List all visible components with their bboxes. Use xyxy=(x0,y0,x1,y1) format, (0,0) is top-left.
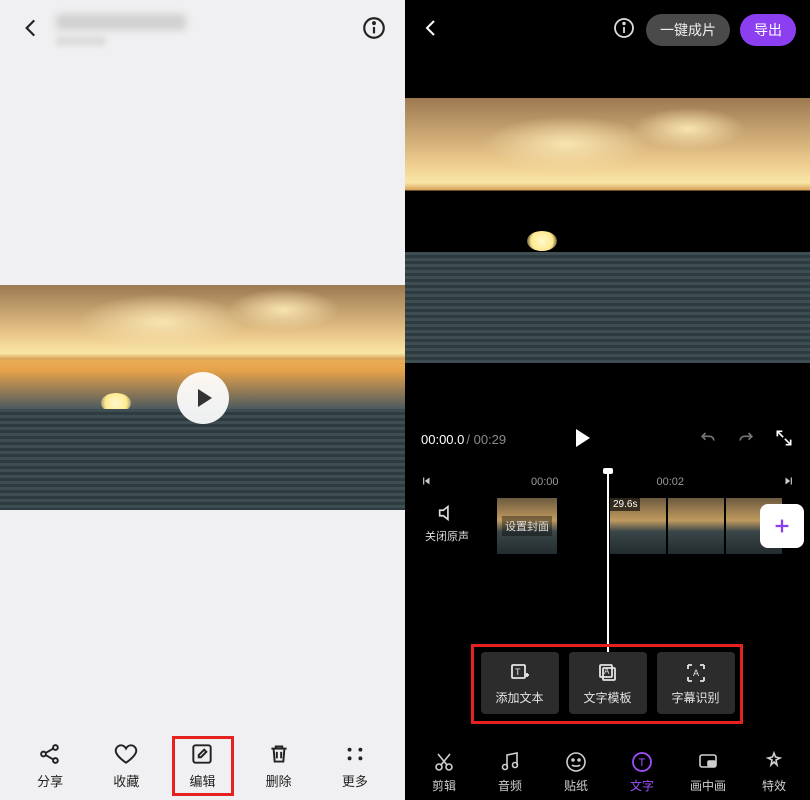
video-editor-screen: 一键成片 导出 00:00.0 / 00:29 00:00 00:02 关闭原声… xyxy=(405,0,810,800)
svg-text:A: A xyxy=(693,668,699,678)
back-button[interactable] xyxy=(18,15,44,46)
more-label: 更多 xyxy=(342,771,368,790)
right-header: 一键成片 导出 xyxy=(405,0,810,52)
more-button[interactable]: 更多 xyxy=(342,741,368,790)
tab-cut[interactable]: 剪辑 xyxy=(411,750,477,794)
skip-start-icon[interactable] xyxy=(419,474,433,491)
tab-cut-label: 剪辑 xyxy=(432,777,456,794)
tab-text[interactable]: T 文字 xyxy=(609,750,675,794)
add-text-button[interactable]: T 添加文本 xyxy=(481,652,559,714)
edit-label: 编辑 xyxy=(189,771,215,790)
share-button[interactable]: 分享 xyxy=(37,741,63,790)
editor-preview[interactable] xyxy=(405,98,810,363)
tab-sticker-label: 贴纸 xyxy=(564,777,588,794)
tab-audio-label: 音频 xyxy=(498,777,522,794)
tab-text-label: 文字 xyxy=(630,777,654,794)
clip-duration-badge: 29.6s xyxy=(610,498,640,511)
add-text-label: 添加文本 xyxy=(495,689,543,706)
set-cover-button[interactable]: 设置封面 xyxy=(497,498,557,554)
undo-icon[interactable] xyxy=(698,428,718,451)
subtitle-recog-label: 字幕识别 xyxy=(671,689,719,706)
time-duration: / 00:29 xyxy=(466,432,506,447)
clip-strip[interactable]: 29.6s xyxy=(610,498,782,554)
svg-text:T: T xyxy=(639,757,646,769)
favorite-label: 收藏 xyxy=(113,771,139,790)
svg-text:T: T xyxy=(515,667,521,677)
gallery-detail-screen: 分享 收藏 编辑 删除 更多 xyxy=(0,0,405,800)
clip-thumbnail[interactable] xyxy=(668,498,724,554)
export-button[interactable]: 导出 xyxy=(740,14,796,46)
mute-label: 关闭原声 xyxy=(425,531,469,543)
tab-sticker[interactable]: 贴纸 xyxy=(543,750,609,794)
subtitle-recognition-button[interactable]: A 字幕识别 xyxy=(657,652,735,714)
redo-icon[interactable] xyxy=(736,428,756,451)
tab-pip-label: 画中画 xyxy=(690,777,726,794)
info-icon[interactable] xyxy=(612,16,636,45)
left-header xyxy=(0,0,405,52)
obscured-title xyxy=(56,14,349,46)
tab-effect[interactable]: 特效 xyxy=(741,750,807,794)
text-template-label: 文字模板 xyxy=(583,689,631,706)
favorite-button[interactable]: 收藏 xyxy=(113,741,139,790)
tab-audio[interactable]: 音频 xyxy=(477,750,543,794)
ruler-tick: 00:00 xyxy=(531,476,559,488)
back-button[interactable] xyxy=(419,16,443,45)
skip-end-icon[interactable] xyxy=(782,474,796,491)
info-icon[interactable] xyxy=(361,15,387,46)
share-label: 分享 xyxy=(37,771,63,790)
time-current: 00:00.0 xyxy=(421,432,464,447)
clip-thumbnail[interactable]: 29.6s xyxy=(610,498,666,554)
svg-text:A: A xyxy=(604,667,610,676)
tab-effect-label: 特效 xyxy=(762,777,786,794)
video-preview[interactable] xyxy=(0,285,405,510)
delete-label: 删除 xyxy=(266,771,292,790)
edit-button[interactable]: 编辑 xyxy=(189,741,215,790)
ruler-tick: 00:02 xyxy=(656,476,684,488)
add-clip-button[interactable] xyxy=(760,504,804,548)
playhead[interactable] xyxy=(607,470,609,660)
mute-toggle[interactable]: 关闭原声 xyxy=(425,502,469,544)
left-bottom-bar: 分享 收藏 编辑 删除 更多 xyxy=(0,741,405,790)
play-button[interactable] xyxy=(576,429,590,450)
editor-bottom-tabs: 剪辑 音频 贴纸 T 文字 画中画 特效 滤 xyxy=(405,750,810,794)
auto-create-button[interactable]: 一键成片 xyxy=(646,14,730,46)
text-tool-row: T 添加文本 A 文字模板 A 字幕识别 xyxy=(481,652,735,714)
text-template-button[interactable]: A 文字模板 xyxy=(569,652,647,714)
play-icon[interactable] xyxy=(177,372,229,424)
fullscreen-icon[interactable] xyxy=(774,428,794,451)
tab-pip[interactable]: 画中画 xyxy=(675,750,741,794)
time-bar: 00:00.0 / 00:29 xyxy=(405,428,810,451)
delete-button[interactable]: 删除 xyxy=(266,741,292,790)
